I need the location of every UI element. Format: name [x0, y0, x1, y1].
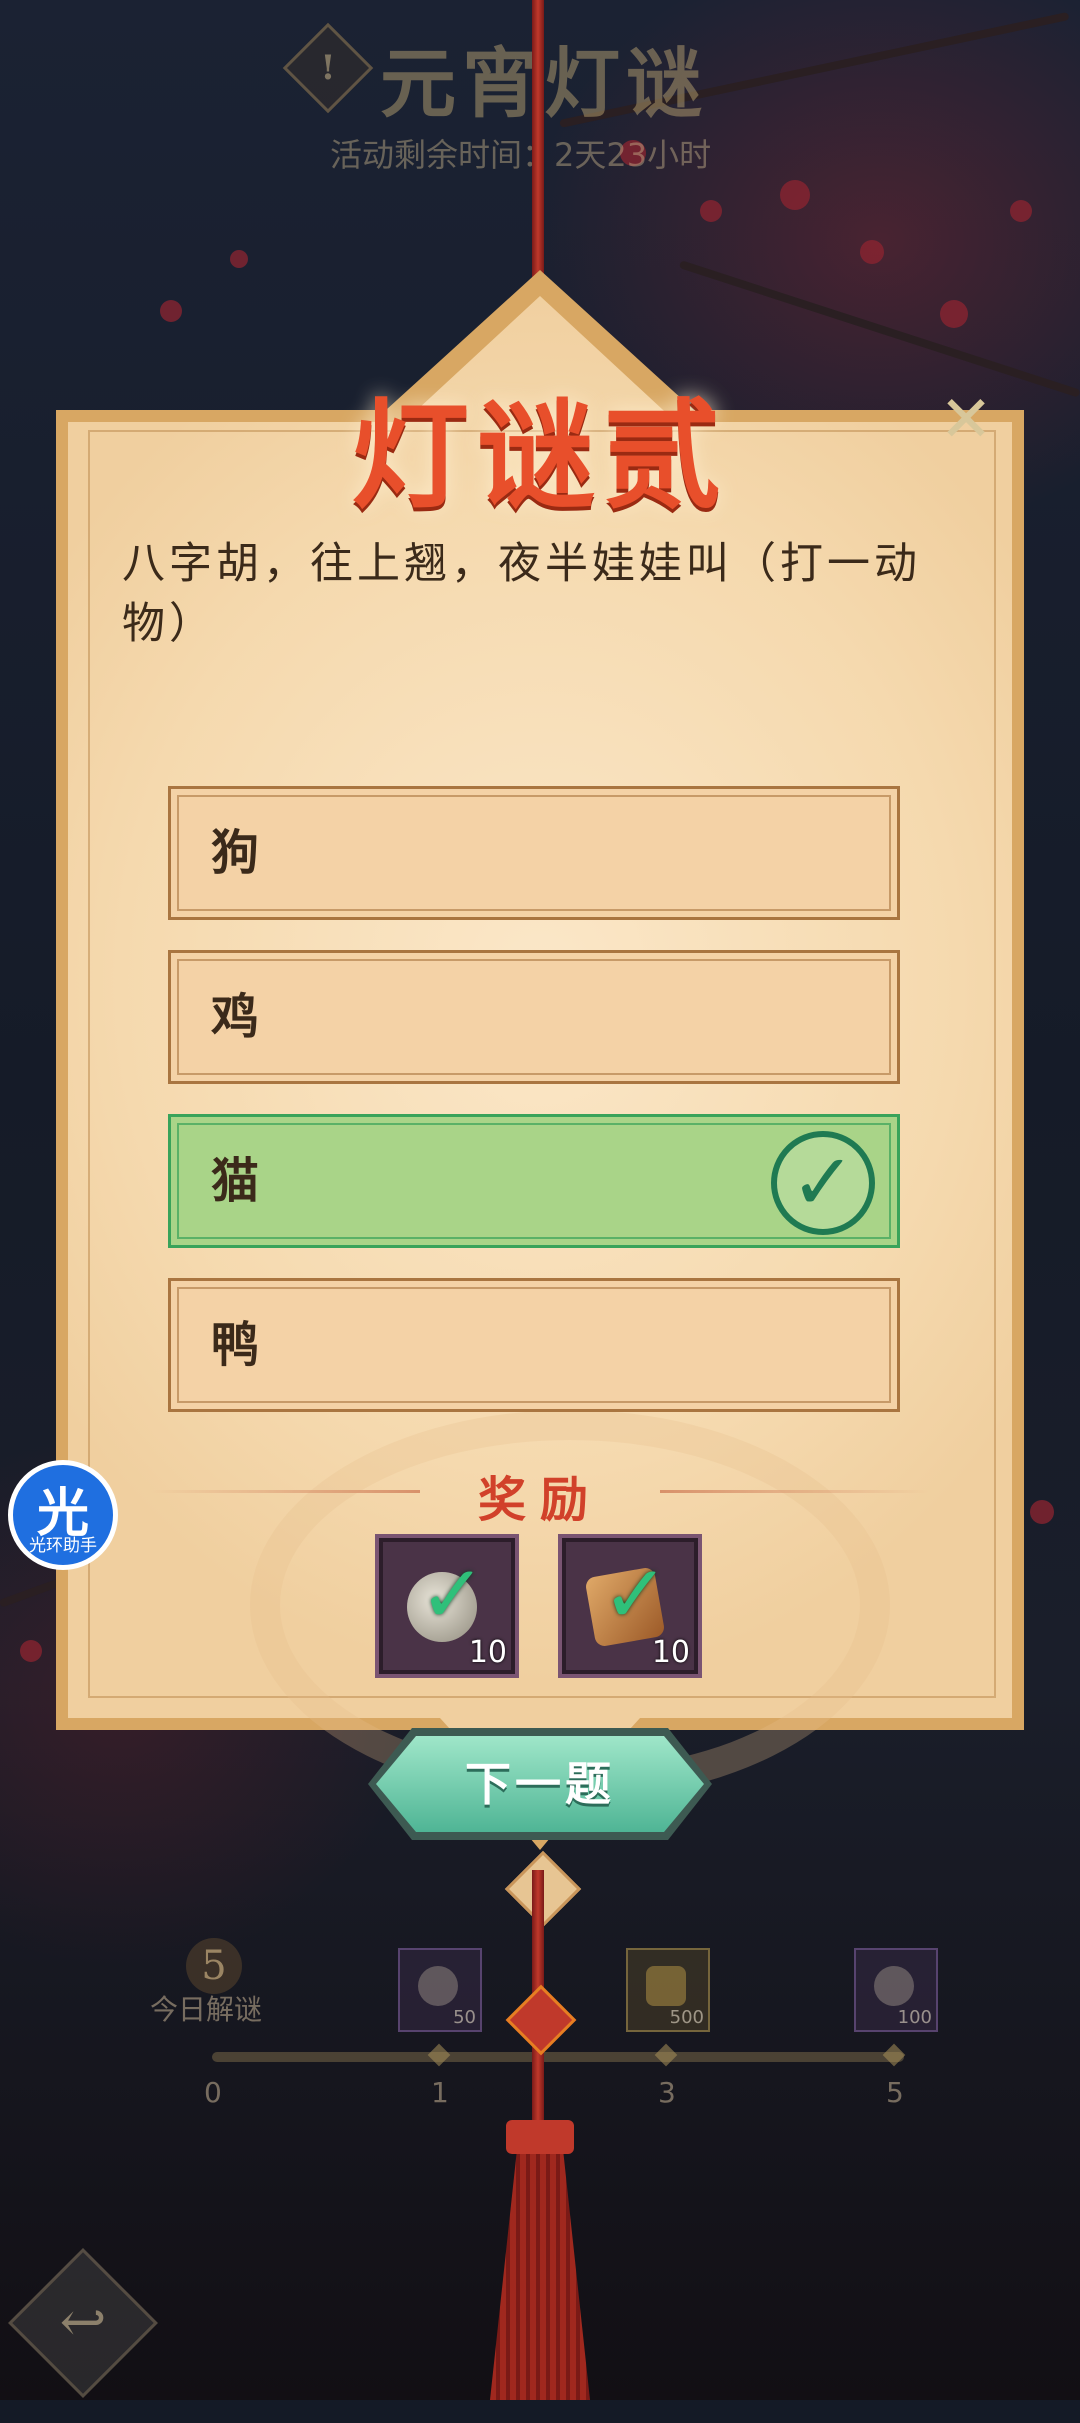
- reward-item-pearl-scroll[interactable]: ✓ 10: [375, 1534, 519, 1678]
- reward-qty: 10: [651, 1635, 690, 1670]
- plum-blossom: [230, 250, 248, 268]
- milestone-reward-pearl[interactable]: 50: [398, 1948, 482, 2032]
- solved-count-badge: 5: [186, 1938, 242, 1994]
- milestone-qty: 500: [669, 2007, 704, 2028]
- correct-check-icon: ✓: [771, 1131, 875, 1235]
- answer-option-dog[interactable]: 狗: [168, 786, 900, 920]
- reward-qty: 10: [468, 1635, 507, 1670]
- answer-option-cat[interactable]: 猫 ✓: [168, 1114, 900, 1248]
- progress-tick: 0: [204, 2076, 222, 2109]
- plum-blossom: [860, 240, 884, 264]
- riddle-title: 灯谜贰: [350, 386, 729, 525]
- plum-blossom: [940, 300, 968, 328]
- assistant-label: 光环助手: [29, 1536, 97, 1556]
- option-label: 猫: [211, 1153, 260, 1209]
- plum-blossom: [700, 200, 722, 222]
- plum-blossom: [1010, 200, 1032, 222]
- plum-blossom: [1030, 1500, 1054, 1524]
- pearl-icon: [874, 1966, 914, 2006]
- answer-option-duck[interactable]: 鸭: [168, 1278, 900, 1412]
- option-label: 狗: [211, 825, 260, 881]
- progress-tick: 5: [886, 2076, 904, 2109]
- reward-divider-right: [660, 1490, 930, 1493]
- option-label: 鸭: [211, 1317, 260, 1373]
- plum-blossom: [160, 300, 182, 322]
- gold-ingot-icon: [646, 1966, 686, 2006]
- milestone-reward-gold[interactable]: 500: [626, 1948, 710, 2032]
- pearl-icon: [418, 1966, 458, 2006]
- plum-blossom: [780, 180, 810, 210]
- reward-label: 奖励: [477, 1472, 602, 1528]
- progress-tick: 3: [658, 2076, 676, 2109]
- claimed-check-icon: ✓: [602, 1548, 670, 1641]
- back-arrow-icon: ↩: [59, 2290, 107, 2355]
- option-label: 鸡: [211, 989, 260, 1045]
- claimed-check-icon: ✓: [419, 1548, 487, 1641]
- progress-track: [212, 2052, 904, 2062]
- tassel-cap: [506, 2120, 574, 2154]
- reward-divider-left: [150, 1490, 420, 1493]
- riddle-question: 八字胡，往上翘，夜半娃娃叫（打一动物）: [122, 539, 921, 649]
- solved-today-label: 今日解谜: [150, 1993, 263, 2026]
- event-title: 元宵灯谜: [380, 39, 708, 128]
- reward-item-ink-stone[interactable]: ✓ 10: [558, 1534, 702, 1678]
- next-question-button[interactable]: 下一题: [376, 1736, 704, 1832]
- event-timer: 活动剩余时间：2天23小时: [330, 136, 712, 174]
- next-button-label: 下一题: [465, 1757, 615, 1811]
- assistant-floating-button[interactable]: 光 光环助手: [8, 1460, 118, 1570]
- answer-option-chicken[interactable]: 鸡: [168, 950, 900, 1084]
- progress-tick: 1: [431, 2076, 449, 2109]
- close-icon[interactable]: ✕: [936, 388, 996, 452]
- milestone-qty: 50: [453, 2007, 476, 2028]
- plum-blossom: [20, 1640, 42, 1662]
- milestone-qty: 100: [897, 2007, 932, 2028]
- milestone-reward-pearl-2[interactable]: 100: [854, 1948, 938, 2032]
